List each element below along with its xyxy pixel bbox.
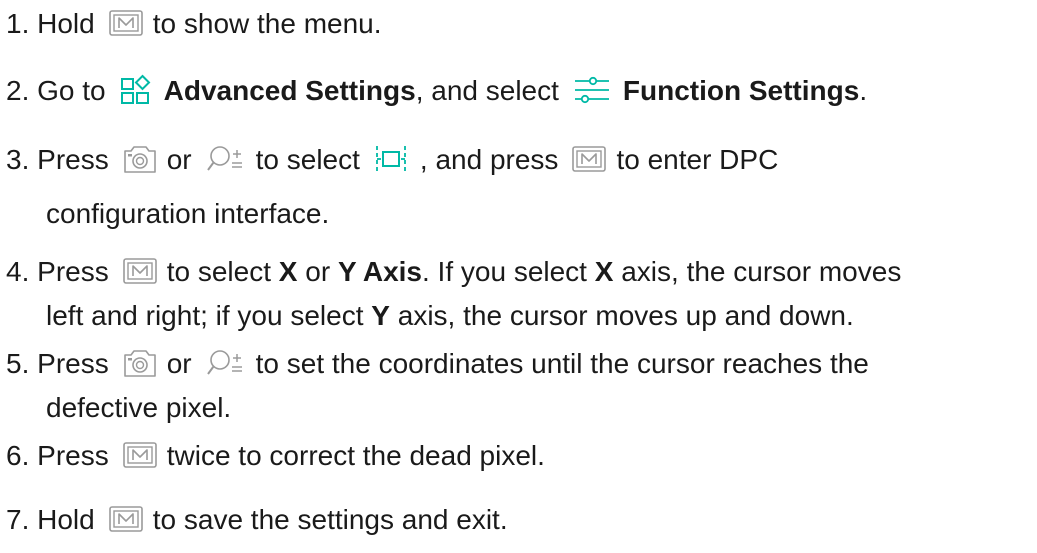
- step-7: 7. Hold to save the settings and exit.: [6, 498, 508, 542]
- step-text: to save the settings and exit.: [152, 504, 508, 535]
- step-text: axis, the cursor moves: [621, 256, 902, 287]
- step-number: 1.: [6, 8, 30, 39]
- m-button-icon: [109, 10, 143, 36]
- period: .: [859, 75, 868, 106]
- step-text: Press: [37, 144, 109, 175]
- m-button-icon: [572, 146, 606, 172]
- step-number: 5.: [6, 348, 30, 379]
- step-text: to set the coordinates until the cursor …: [255, 348, 869, 379]
- step-text: , and select: [415, 75, 559, 106]
- step-6: 6. Press twice to correct the dead pixel.: [6, 434, 545, 478]
- step-number: 4.: [6, 256, 30, 287]
- step-number: 6.: [6, 440, 30, 471]
- step-2: 2. Go to Advanced Settings, and select F…: [6, 69, 867, 113]
- step-text: twice to correct the dead pixel.: [166, 440, 545, 471]
- y-axis-label: Y Axis: [337, 256, 422, 287]
- step-text: to select: [166, 256, 271, 287]
- step-text: Press: [37, 256, 109, 287]
- camera-icon: [123, 348, 157, 378]
- step-text: to select: [255, 144, 360, 175]
- step-text: Go to: [37, 75, 106, 106]
- x-axis-label: X: [278, 256, 298, 287]
- step-text: or: [305, 256, 331, 287]
- zoom-icon: [206, 348, 246, 378]
- function-settings-label: Function Settings: [622, 75, 860, 106]
- step-text: or: [166, 144, 192, 175]
- step-text: to show the menu.: [152, 8, 382, 39]
- step-text: Press: [37, 440, 109, 471]
- step-text: . If you select: [422, 256, 587, 287]
- step-text: , and press: [419, 144, 559, 175]
- step-continuation: configuration interface.: [46, 198, 330, 229]
- step-number: 7.: [6, 504, 30, 535]
- zoom-icon: [206, 144, 246, 174]
- step-text: to enter DPC: [616, 144, 779, 175]
- x-axis-label: X: [594, 256, 614, 287]
- step-text: Hold: [37, 504, 95, 535]
- step-text: axis, the cursor moves up and down.: [397, 300, 854, 331]
- y-axis-label: Y: [371, 300, 390, 331]
- step-text: Hold: [37, 8, 95, 39]
- m-button-icon: [123, 258, 157, 284]
- m-button-icon: [109, 506, 143, 532]
- step-number: 2.: [6, 75, 30, 106]
- advanced-settings-icon: [120, 74, 152, 106]
- step-3: 3. Press or to select , and press to enter …: [6, 138, 778, 236]
- step-5: 5. Press or to set the coordinates until t…: [6, 342, 869, 430]
- step-text: left and right; if you select: [46, 300, 364, 331]
- m-button-icon: [123, 442, 157, 468]
- sliders-icon: [573, 76, 611, 104]
- step-1: 1. Hold to show the menu.: [6, 2, 382, 46]
- step-text: Press: [37, 348, 109, 379]
- step-continuation: defective pixel.: [46, 392, 232, 423]
- advanced-settings-label: Advanced Settings: [163, 75, 416, 106]
- step-number: 3.: [6, 144, 30, 175]
- step-text: or: [166, 348, 192, 379]
- camera-icon: [123, 144, 157, 174]
- step-4: 4. Press to select X or Y Axis. If you se…: [6, 250, 901, 338]
- dpc-icon: [374, 144, 408, 174]
